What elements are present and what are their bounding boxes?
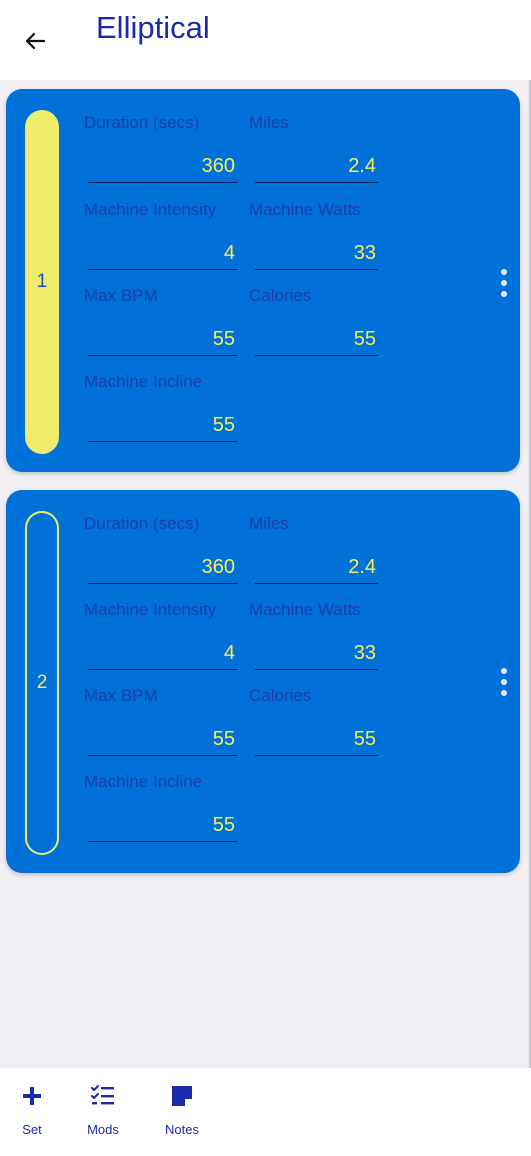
duration-field[interactable]: 360 bbox=[88, 554, 237, 584]
page-title: Elliptical bbox=[96, 10, 210, 45]
field-label-duration: Duration (secs) bbox=[84, 113, 200, 132]
set-number-badge[interactable]: 2 bbox=[25, 511, 59, 855]
mods-button[interactable]: Mods bbox=[82, 1068, 124, 1156]
field-label-miles: Miles bbox=[249, 514, 289, 533]
app-header: Elliptical bbox=[0, 0, 531, 80]
field-label-machine-watts: Machine Watts bbox=[249, 200, 361, 219]
field-label-duration: Duration (secs) bbox=[84, 514, 200, 533]
machine-watts-field[interactable]: 33 bbox=[255, 640, 378, 670]
field-label-calories: Calories bbox=[249, 686, 312, 705]
calories-field[interactable]: 55 bbox=[255, 726, 378, 756]
field-label-machine-intensity: Machine Intensity bbox=[84, 200, 217, 219]
machine-intensity-field[interactable]: 4 bbox=[88, 640, 237, 670]
max-bpm-field[interactable]: 55 bbox=[88, 326, 237, 356]
notes-label: Notes bbox=[165, 1122, 199, 1137]
arrow-left-icon bbox=[25, 32, 46, 50]
machine-incline-field[interactable]: 55 bbox=[88, 812, 237, 842]
miles-field[interactable]: 2.4 bbox=[255, 153, 378, 183]
checklist-icon bbox=[89, 1082, 117, 1110]
max-bpm-field[interactable]: 55 bbox=[88, 726, 237, 756]
calories-field[interactable]: 55 bbox=[255, 326, 378, 356]
field-label-machine-watts: Machine Watts bbox=[249, 600, 361, 619]
mods-label: Mods bbox=[87, 1122, 119, 1137]
more-options-button[interactable] bbox=[498, 668, 510, 696]
more-options-button[interactable] bbox=[498, 269, 510, 297]
notes-button[interactable]: Notes bbox=[160, 1068, 204, 1156]
bottom-toolbar: Set Mods Notes bbox=[0, 1068, 531, 1156]
more-vert-icon bbox=[501, 269, 507, 275]
field-label-max-bpm: Max BPM bbox=[84, 686, 158, 705]
field-label-calories: Calories bbox=[249, 286, 312, 305]
note-icon bbox=[168, 1082, 196, 1110]
more-vert-icon bbox=[501, 668, 507, 674]
add-set-label: Set bbox=[22, 1122, 42, 1137]
field-label-machine-incline: Machine Incline bbox=[84, 372, 203, 391]
field-label-machine-incline: Machine Incline bbox=[84, 772, 203, 791]
plus-icon bbox=[18, 1082, 46, 1110]
add-set-button[interactable]: Set bbox=[16, 1068, 48, 1156]
miles-field[interactable]: 2.4 bbox=[255, 554, 378, 584]
set-card: 2 Duration (secs) Miles 360 2.4 Machine … bbox=[6, 490, 520, 873]
duration-field[interactable]: 360 bbox=[88, 153, 237, 183]
field-label-miles: Miles bbox=[249, 113, 289, 132]
set-card: 1 Duration (secs) Miles 360 2.4 Machine … bbox=[6, 89, 520, 472]
field-label-machine-intensity: Machine Intensity bbox=[84, 600, 217, 619]
machine-watts-field[interactable]: 33 bbox=[255, 240, 378, 270]
field-label-max-bpm: Max BPM bbox=[84, 286, 158, 305]
back-button[interactable] bbox=[20, 26, 50, 56]
set-number-badge[interactable]: 1 bbox=[25, 110, 59, 454]
machine-intensity-field[interactable]: 4 bbox=[88, 240, 237, 270]
machine-incline-field[interactable]: 55 bbox=[88, 412, 237, 442]
